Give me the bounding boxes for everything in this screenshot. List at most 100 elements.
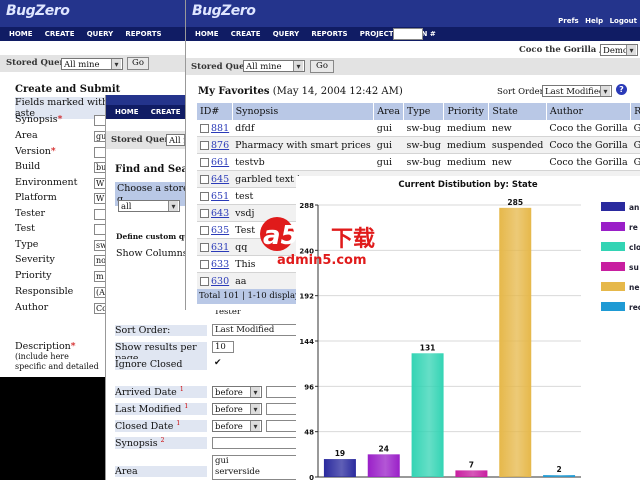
column-header[interactable]: Author <box>546 103 632 120</box>
date-filter-select[interactable]: before <box>212 403 262 415</box>
stored-query-select[interactable]: All mine <box>61 58 123 70</box>
results-per-page-input[interactable]: 10 <box>212 341 234 353</box>
author-cell: Coco the Gorilla <box>546 136 631 154</box>
id-cell: 645 <box>197 170 233 188</box>
bar <box>543 475 576 477</box>
row-checkbox[interactable] <box>200 242 209 252</box>
mid-nav-home[interactable]: HOME <box>115 108 139 116</box>
field-label: Tester <box>15 208 46 219</box>
nav-create[interactable]: CREATE <box>45 30 75 38</box>
row-checkbox[interactable] <box>200 174 209 184</box>
bug-id-link[interactable]: 635 <box>211 225 229 236</box>
synopsis-cell: testvb <box>232 153 374 171</box>
bug-id-link[interactable]: 631 <box>211 242 229 253</box>
date-filter-select[interactable]: before <box>212 386 262 398</box>
ignore-closed-checkbox[interactable]: ✔ <box>214 358 222 368</box>
go-button[interactable]: Go <box>127 57 149 70</box>
bug-id-link[interactable]: 643 <box>211 208 229 219</box>
column-header[interactable]: State <box>488 103 547 120</box>
column-header[interactable]: Type <box>403 103 445 120</box>
row-checkbox[interactable] <box>200 157 209 167</box>
mid-nav-create[interactable]: CREATE <box>151 108 181 116</box>
row-checkbox[interactable] <box>200 225 209 235</box>
favorites-heading: My Favorites (May 14, 2004 12:42 AM) <box>198 86 403 97</box>
type-cell: sw-bug <box>403 153 444 171</box>
sort-order-select[interactable]: Last Modified <box>212 324 302 336</box>
area-filter-label: Area <box>115 466 207 477</box>
nav-home[interactable]: HOME <box>9 30 33 38</box>
stored-query-bar: Stored Query All mine Go <box>0 55 200 72</box>
fav-sort-label: Sort Order: <box>497 87 547 97</box>
main-nav-home[interactable]: HOME <box>195 30 219 38</box>
column-header[interactable]: Synopsis <box>232 103 375 120</box>
logout-link[interactable]: Logout <box>610 17 637 25</box>
bug-id-link[interactable]: 661 <box>211 157 229 168</box>
legend-swatch <box>601 262 625 271</box>
nav-reports[interactable]: REPORTS <box>125 30 161 38</box>
main-stored-query-select[interactable]: All mine <box>243 60 305 72</box>
main-nav-create[interactable]: CREATE <box>231 30 261 38</box>
field-label: Area <box>15 130 38 141</box>
bug-id-link[interactable]: 876 <box>211 140 229 151</box>
bar <box>411 353 444 477</box>
id-cell: 881 <box>197 120 233 137</box>
main-go-button[interactable]: Go <box>310 60 334 73</box>
row-checkbox[interactable] <box>200 123 209 133</box>
row-checkbox[interactable] <box>200 259 209 269</box>
column-header[interactable]: ID# <box>197 103 233 120</box>
bug-id-link[interactable]: 645 <box>211 174 229 185</box>
area-option[interactable]: gui <box>215 456 301 467</box>
date-filter-label: Arrived Date 1 <box>115 386 207 399</box>
choose-select[interactable]: all <box>118 200 180 212</box>
synopsis-filter-label: Synopsis 2 <box>115 437 207 450</box>
date-filter-select[interactable]: before <box>212 420 262 432</box>
row-checkbox[interactable] <box>200 191 209 201</box>
legend-label: rec <box>629 303 640 312</box>
area-cell: gui <box>373 153 404 171</box>
bug-id-link[interactable]: 630 <box>211 276 229 287</box>
open-number-input[interactable] <box>393 28 423 40</box>
id-cell: 651 <box>197 187 233 205</box>
table-row[interactable]: 881 dfdf gui sw-bug medium new Coco the Gorill… <box>197 120 640 137</box>
stored-query-label: Stored Query <box>6 58 69 68</box>
table-row[interactable]: 876 Pharmacy with smart prices gui sw-bug me… <box>197 136 640 154</box>
help-link[interactable]: Help <box>585 17 603 25</box>
sort-order-label: Sort Order: <box>115 325 207 336</box>
fav-sort-select[interactable]: Last Modified <box>542 85 612 97</box>
row-checkbox[interactable] <box>200 276 209 286</box>
responsible-cell: Guest <box>630 120 640 137</box>
legend-label: clo <box>629 243 640 252</box>
row-checkbox[interactable] <box>200 208 209 218</box>
column-header[interactable]: Area <box>373 103 404 120</box>
black-region <box>0 377 105 480</box>
table-row[interactable]: 661 testvb gui sw-bug medium new Coco the Gori… <box>197 153 640 171</box>
favorites-title: My Favorites <box>198 86 270 97</box>
column-header[interactable]: Priority <box>443 103 490 120</box>
project-select[interactable]: Demo <box>600 44 638 56</box>
column-header[interactable]: Responsible <box>630 103 640 120</box>
help-icon[interactable]: ? <box>616 84 627 95</box>
nav-query[interactable]: QUERY <box>87 30 114 38</box>
synopsis-filter-input[interactable] <box>212 437 302 449</box>
area-cell: gui <box>373 136 404 154</box>
field-label: Test <box>15 223 35 234</box>
bug-id-link[interactable]: 633 <box>211 259 229 270</box>
area-option[interactable]: serverside <box>215 467 301 478</box>
main-nav-reports[interactable]: REPORTS <box>311 30 347 38</box>
id-cell: 631 <box>197 238 233 256</box>
legend-swatch <box>601 202 625 211</box>
prefs-link[interactable]: Prefs <box>558 17 579 25</box>
legend-swatch <box>601 282 625 291</box>
main-nav-query[interactable]: QUERY <box>273 30 300 38</box>
field-label: Platform <box>15 192 57 203</box>
watermark-brand: a5 <box>263 221 299 251</box>
bug-id-link[interactable]: 881 <box>211 123 229 134</box>
nav-project[interactable]: PROJECT <box>9 44 43 52</box>
field-label: Author <box>15 302 49 313</box>
row-checkbox[interactable] <box>200 140 209 150</box>
id-cell: 643 <box>197 204 233 222</box>
bug-id-link[interactable]: 651 <box>211 191 229 202</box>
area-filter-list[interactable]: gui serverside <box>212 455 302 480</box>
main-nav-project[interactable]: PROJECT <box>360 30 394 38</box>
bar-value-label: 7 <box>469 460 474 469</box>
